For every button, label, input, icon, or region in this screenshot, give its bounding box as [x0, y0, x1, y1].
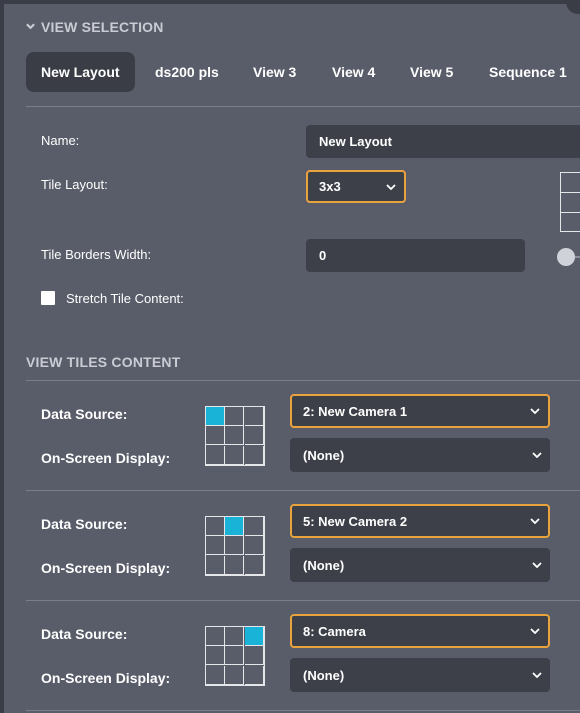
tile-layout-label: Tile Layout: [41, 177, 108, 192]
tile-grid-cell [244, 426, 264, 446]
tile-grid-cell [244, 407, 264, 426]
tile-grid-cell [206, 445, 225, 465]
tab-new-layout[interactable]: New Layout [26, 52, 135, 92]
tile-borders-slider-handle[interactable] [557, 248, 575, 266]
tile-borders-width-value: 0 [319, 248, 327, 263]
divider [26, 710, 580, 711]
tab-sequence-1[interactable]: Sequence 1 [474, 52, 580, 92]
data-source-select[interactable]: 5: New Camera 2 [290, 504, 550, 538]
tile-grid-cell [206, 536, 225, 556]
on-screen-display-value: (None) [303, 447, 345, 463]
data-source-label: Data Source: [41, 516, 128, 532]
tile-grid-cell [244, 665, 264, 685]
on-screen-display-select[interactable]: (None) [290, 548, 550, 582]
tile-grid-cell [206, 646, 225, 666]
tile-position-grid [205, 516, 265, 576]
tile-grid-cell [225, 646, 245, 666]
chevron-down-icon [530, 628, 540, 634]
tile-grid-cell [244, 627, 264, 646]
on-screen-display-label: On-Screen Display: [41, 560, 171, 576]
chevron-down-icon [530, 408, 540, 414]
tile-grid-cell [244, 646, 264, 666]
tab-view-4[interactable]: View 4 [317, 52, 390, 92]
chevron-down-icon [532, 452, 542, 458]
divider [26, 106, 580, 107]
divider [26, 490, 580, 491]
data-source-value: 5: New Camera 2 [303, 513, 408, 529]
tab-ds200-pls[interactable]: ds200 pls [140, 52, 234, 92]
stretch-tile-content-checkbox[interactable] [41, 291, 55, 305]
chevron-down-icon [532, 672, 542, 678]
tile-grid-cell [225, 426, 245, 446]
name-label: Name: [41, 133, 80, 148]
tile-grid-cell [206, 517, 225, 536]
tile-layout-preview-grid [560, 172, 580, 232]
tile-borders-width-input[interactable]: 0 [306, 239, 525, 272]
on-screen-display-value: (None) [303, 667, 345, 683]
tile-grid-cell [206, 627, 225, 646]
tile-layout-value: 3x3 [319, 179, 341, 194]
tile-grid-cell [225, 665, 245, 685]
view-selection-header[interactable]: VIEW SELECTION [26, 19, 164, 35]
tab-view-5[interactable]: View 5 [395, 52, 468, 92]
name-input-value: New Layout [319, 134, 392, 149]
on-screen-display-select[interactable]: (None) [290, 658, 550, 692]
divider [26, 600, 580, 601]
chevron-down-icon [386, 183, 396, 190]
name-input[interactable]: New Layout [306, 125, 580, 158]
tile-grid-cell [244, 517, 264, 536]
tile-grid-cell [225, 407, 245, 426]
window-frame-corner [566, 0, 580, 14]
tile-borders-width-label: Tile Borders Width: [41, 247, 152, 262]
data-source-select[interactable]: 8: Camera [290, 614, 550, 648]
chevron-down-icon [26, 23, 35, 30]
tile-grid-cell [206, 555, 225, 575]
tile-grid-cell [244, 555, 264, 575]
tile-grid-cell [244, 536, 264, 556]
tile-position-grid [205, 626, 265, 686]
data-source-value: 2: New Camera 1 [303, 403, 408, 419]
view-tiles-content-header: VIEW TILES CONTENT [26, 354, 181, 370]
tile-grid-cell [225, 555, 245, 575]
tile-grid-cell [206, 426, 225, 446]
window-frame-top [0, 0, 580, 4]
data-source-label: Data Source: [41, 626, 128, 642]
data-source-value: 8: Camera [303, 623, 366, 639]
view-selection-title: VIEW SELECTION [41, 19, 164, 35]
chevron-down-icon [532, 562, 542, 568]
divider [26, 380, 580, 381]
tile-layout-select[interactable]: 3x3 [306, 170, 406, 203]
data-source-label: Data Source: [41, 406, 128, 422]
stretch-tile-content-label: Stretch Tile Content: [66, 291, 184, 306]
tile-grid-cell [225, 517, 245, 536]
on-screen-display-value: (None) [303, 557, 345, 573]
tile-grid-cell [206, 407, 225, 426]
on-screen-display-select[interactable]: (None) [290, 438, 550, 472]
tile-position-grid [205, 406, 265, 466]
tile-grid-cell [225, 445, 245, 465]
on-screen-display-label: On-Screen Display: [41, 670, 171, 686]
chevron-down-icon [530, 518, 540, 524]
on-screen-display-label: On-Screen Display: [41, 450, 171, 466]
tile-grid-cell [206, 665, 225, 685]
tab-view-3[interactable]: View 3 [238, 52, 311, 92]
tile-grid-cell [225, 536, 245, 556]
tile-grid-cell [244, 445, 264, 465]
window-frame-left [0, 0, 4, 713]
tile-grid-cell [225, 627, 245, 646]
data-source-select[interactable]: 2: New Camera 1 [290, 394, 550, 428]
